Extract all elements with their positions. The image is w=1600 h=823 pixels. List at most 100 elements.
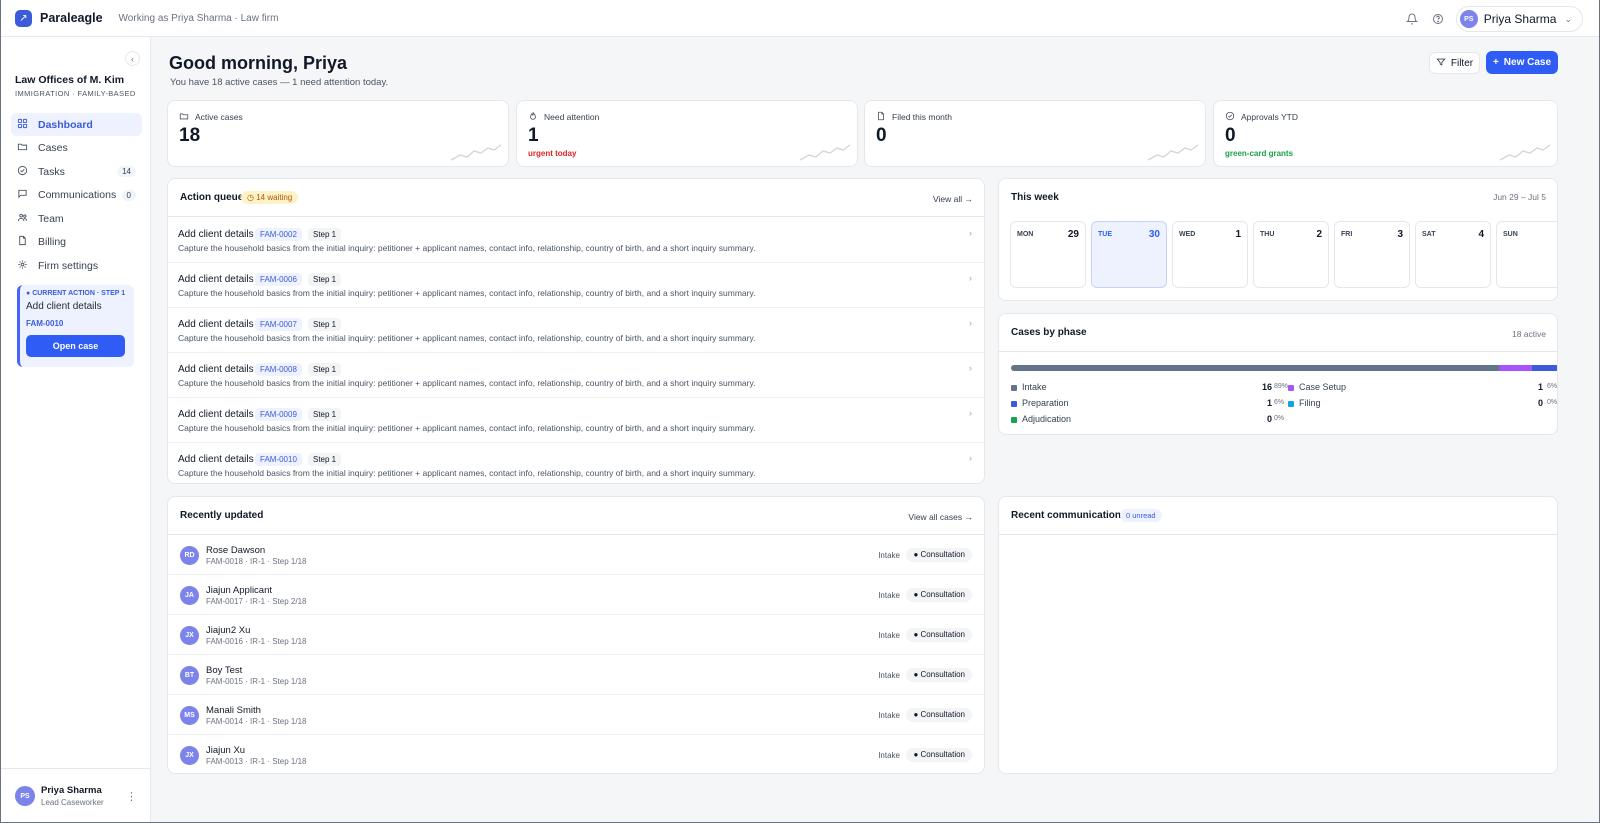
stat-card-approvals-ytd[interactable]: Approvals YTD 0 green-card grants: [1213, 100, 1558, 167]
day-cell-thu[interactable]: THU 2: [1253, 221, 1329, 288]
case-status-badge: ● Consultation: [906, 708, 972, 722]
step-badge: Step 1: [308, 318, 342, 331]
recent-case-row[interactable]: RD Rose Dawson FAM-0018 · IR-1 · Step 1/…: [168, 536, 984, 575]
day-name: MON: [1017, 231, 1034, 238]
sidebar-user-footer: PS Priya Sharma Lead Caseworker ⋮: [1, 768, 151, 822]
action-queue-row[interactable]: Add client details FAM-0010 Step 1 Captu…: [168, 443, 984, 483]
recent-case-row[interactable]: JX Jiajun2 Xu FAM-0016 · IR-1 · Step 1/1…: [168, 616, 984, 655]
check-circle-icon: [17, 165, 32, 179]
unread-badge: 0 unread: [1120, 509, 1162, 522]
case-phase: Intake: [878, 711, 900, 720]
firm-subtitle: IMMIGRATION · FAMILY-BASED: [15, 89, 136, 98]
sidebar-item-label: Firm settings: [38, 260, 99, 273]
app-logo-icon[interactable]: ↗: [15, 9, 32, 27]
stat-title-text: Active cases: [195, 112, 243, 122]
action-queue-title: Action queue: [180, 192, 244, 203]
client-avatar: RD: [180, 546, 199, 565]
phase-bar-intake: [1011, 365, 1499, 371]
help-icon[interactable]: [1430, 11, 1446, 27]
user-avatar: PS: [1459, 10, 1478, 28]
day-cell-mon[interactable]: MON 29: [1010, 221, 1086, 288]
client-name: Jiajun Xu: [206, 745, 246, 756]
chat-icon: [17, 188, 32, 202]
client-avatar: JA: [180, 586, 199, 605]
case-status-badge: ● Consultation: [906, 588, 972, 602]
open-case-button[interactable]: Open case: [26, 335, 125, 357]
new-case-button[interactable]: + New Case: [1486, 51, 1558, 74]
step-badge: Step 1: [308, 453, 342, 466]
sidebar-item-firm-settings[interactable]: Firm settings: [11, 255, 142, 278]
action-queue-row[interactable]: Add client details FAM-0007 Step 1 Captu…: [168, 308, 984, 353]
action-queue-row[interactable]: Add client details FAM-0009 Step 1 Captu…: [168, 398, 984, 443]
collapse-sidebar-button[interactable]: ‹: [125, 51, 140, 66]
file-icon: [17, 235, 32, 249]
client-name: Rose Dawson: [206, 545, 266, 556]
legend-name: Filing: [1299, 398, 1321, 408]
phase-bar-preparation: [1531, 365, 1557, 371]
stat-card-active-cases[interactable]: Active cases 18: [167, 100, 509, 167]
recent-case-row[interactable]: JX Jiajun Xu FAM-0013 · IR-1 · Step 1/18…: [168, 736, 984, 773]
brand-name[interactable]: Paraleagle: [40, 11, 103, 25]
sparkline-chart: [799, 144, 851, 161]
sidebar-item-cases[interactable]: Cases: [11, 137, 142, 160]
view-all-link[interactable]: View all →: [933, 194, 973, 204]
view-all-cases-link[interactable]: View all cases →: [908, 512, 973, 522]
sidebar-item-communications[interactable]: Communications 0: [11, 184, 142, 207]
phase-legend-preparation: Preparation 1 6%: [1011, 397, 1285, 411]
user-menu-button[interactable]: PS Priya Sharma ⌄: [1455, 6, 1583, 32]
day-cell-tue[interactable]: TUE 30: [1091, 221, 1167, 288]
sparkline-chart: [1147, 144, 1199, 161]
recent-case-row[interactable]: JA Jiajun Applicant FAM-0017 · IR-1 · St…: [168, 576, 984, 615]
stat-card-filed-this-month[interactable]: Filed this month 0: [864, 100, 1206, 167]
day-name: FRI: [1341, 231, 1353, 238]
queue-row-title: Add client details: [178, 274, 254, 285]
sidebar-item-billing[interactable]: Billing: [11, 231, 142, 254]
stat-title-text: Need attention: [544, 112, 600, 122]
more-options-icon[interactable]: ⋮: [126, 790, 137, 803]
action-queue-row[interactable]: Add client details FAM-0006 Step 1 Captu…: [168, 263, 984, 308]
day-cell-sun[interactable]: SUN 5: [1496, 221, 1557, 288]
sidebar-item-dashboard[interactable]: Dashboard: [11, 113, 142, 136]
action-queue-row[interactable]: Add client details FAM-0008 Step 1 Captu…: [168, 353, 984, 398]
stat-card-need-attention[interactable]: Need attention 1 urgent today: [516, 100, 858, 167]
queue-row-description: Capture the household basics from the in…: [178, 378, 756, 388]
day-cell-fri[interactable]: FRI 3: [1334, 221, 1410, 288]
case-phase: Intake: [878, 671, 900, 680]
stat-title: Filed this month: [876, 111, 952, 123]
action-queue-header: Action queue ◷ 14 waiting View all →: [168, 179, 984, 217]
chevron-right-icon: ›: [969, 228, 972, 238]
sidebar-item-team[interactable]: Team: [11, 207, 142, 230]
sparkline-chart: [450, 144, 502, 161]
client-avatar: JX: [180, 746, 199, 765]
notifications-bell-icon[interactable]: [1404, 11, 1420, 27]
chevron-right-icon: ›: [969, 318, 972, 328]
cases-by-phase-header: Cases by phase 18 active: [999, 314, 1557, 352]
step-badge: Step 1: [308, 363, 342, 376]
day-name: THU: [1260, 231, 1275, 238]
sidebar-nav: Dashboard Cases Tasks 14 Communications: [11, 113, 142, 278]
filter-button[interactable]: Filter: [1429, 52, 1480, 74]
stat-title: Need attention: [528, 111, 599, 123]
filter-icon: [1436, 57, 1446, 70]
day-cell-wed[interactable]: WED 1: [1172, 221, 1248, 288]
sidebar-item-label: Dashboard: [38, 118, 93, 131]
case-meta: FAM-0013 · IR-1 · Step 1/18: [206, 757, 307, 766]
legend-percent: 0%: [1547, 399, 1558, 406]
queue-row-title: Add client details: [178, 409, 254, 420]
page-subtitle: You have 18 active cases — 1 need attent…: [170, 77, 389, 88]
queue-row-description: Capture the household basics from the in…: [178, 288, 756, 298]
recent-communications-card: Recent communications 0 unread: [998, 496, 1558, 774]
legend-name: Intake: [1022, 382, 1047, 392]
recent-case-row[interactable]: BT Boy Test FAM-0015 · IR-1 · Step 1/18 …: [168, 656, 984, 695]
recent-case-row[interactable]: MS Manali Smith FAM-0014 · IR-1 · Step 1…: [168, 696, 984, 735]
legend-percent: 6%: [1274, 399, 1285, 406]
filter-button-label: Filter: [1450, 57, 1474, 69]
phase-progress-bar: [1011, 365, 1557, 371]
sidebar-item-tasks[interactable]: Tasks 14: [11, 160, 142, 183]
day-cell-sat[interactable]: SAT 4: [1415, 221, 1491, 288]
stat-value: 18: [179, 125, 201, 146]
stat-value: 1: [528, 125, 539, 146]
case-phase: Intake: [878, 591, 900, 600]
action-queue-row[interactable]: Add client details FAM-0002 Step 1 Captu…: [168, 218, 984, 263]
case-id-badge: FAM-0002: [255, 228, 302, 241]
